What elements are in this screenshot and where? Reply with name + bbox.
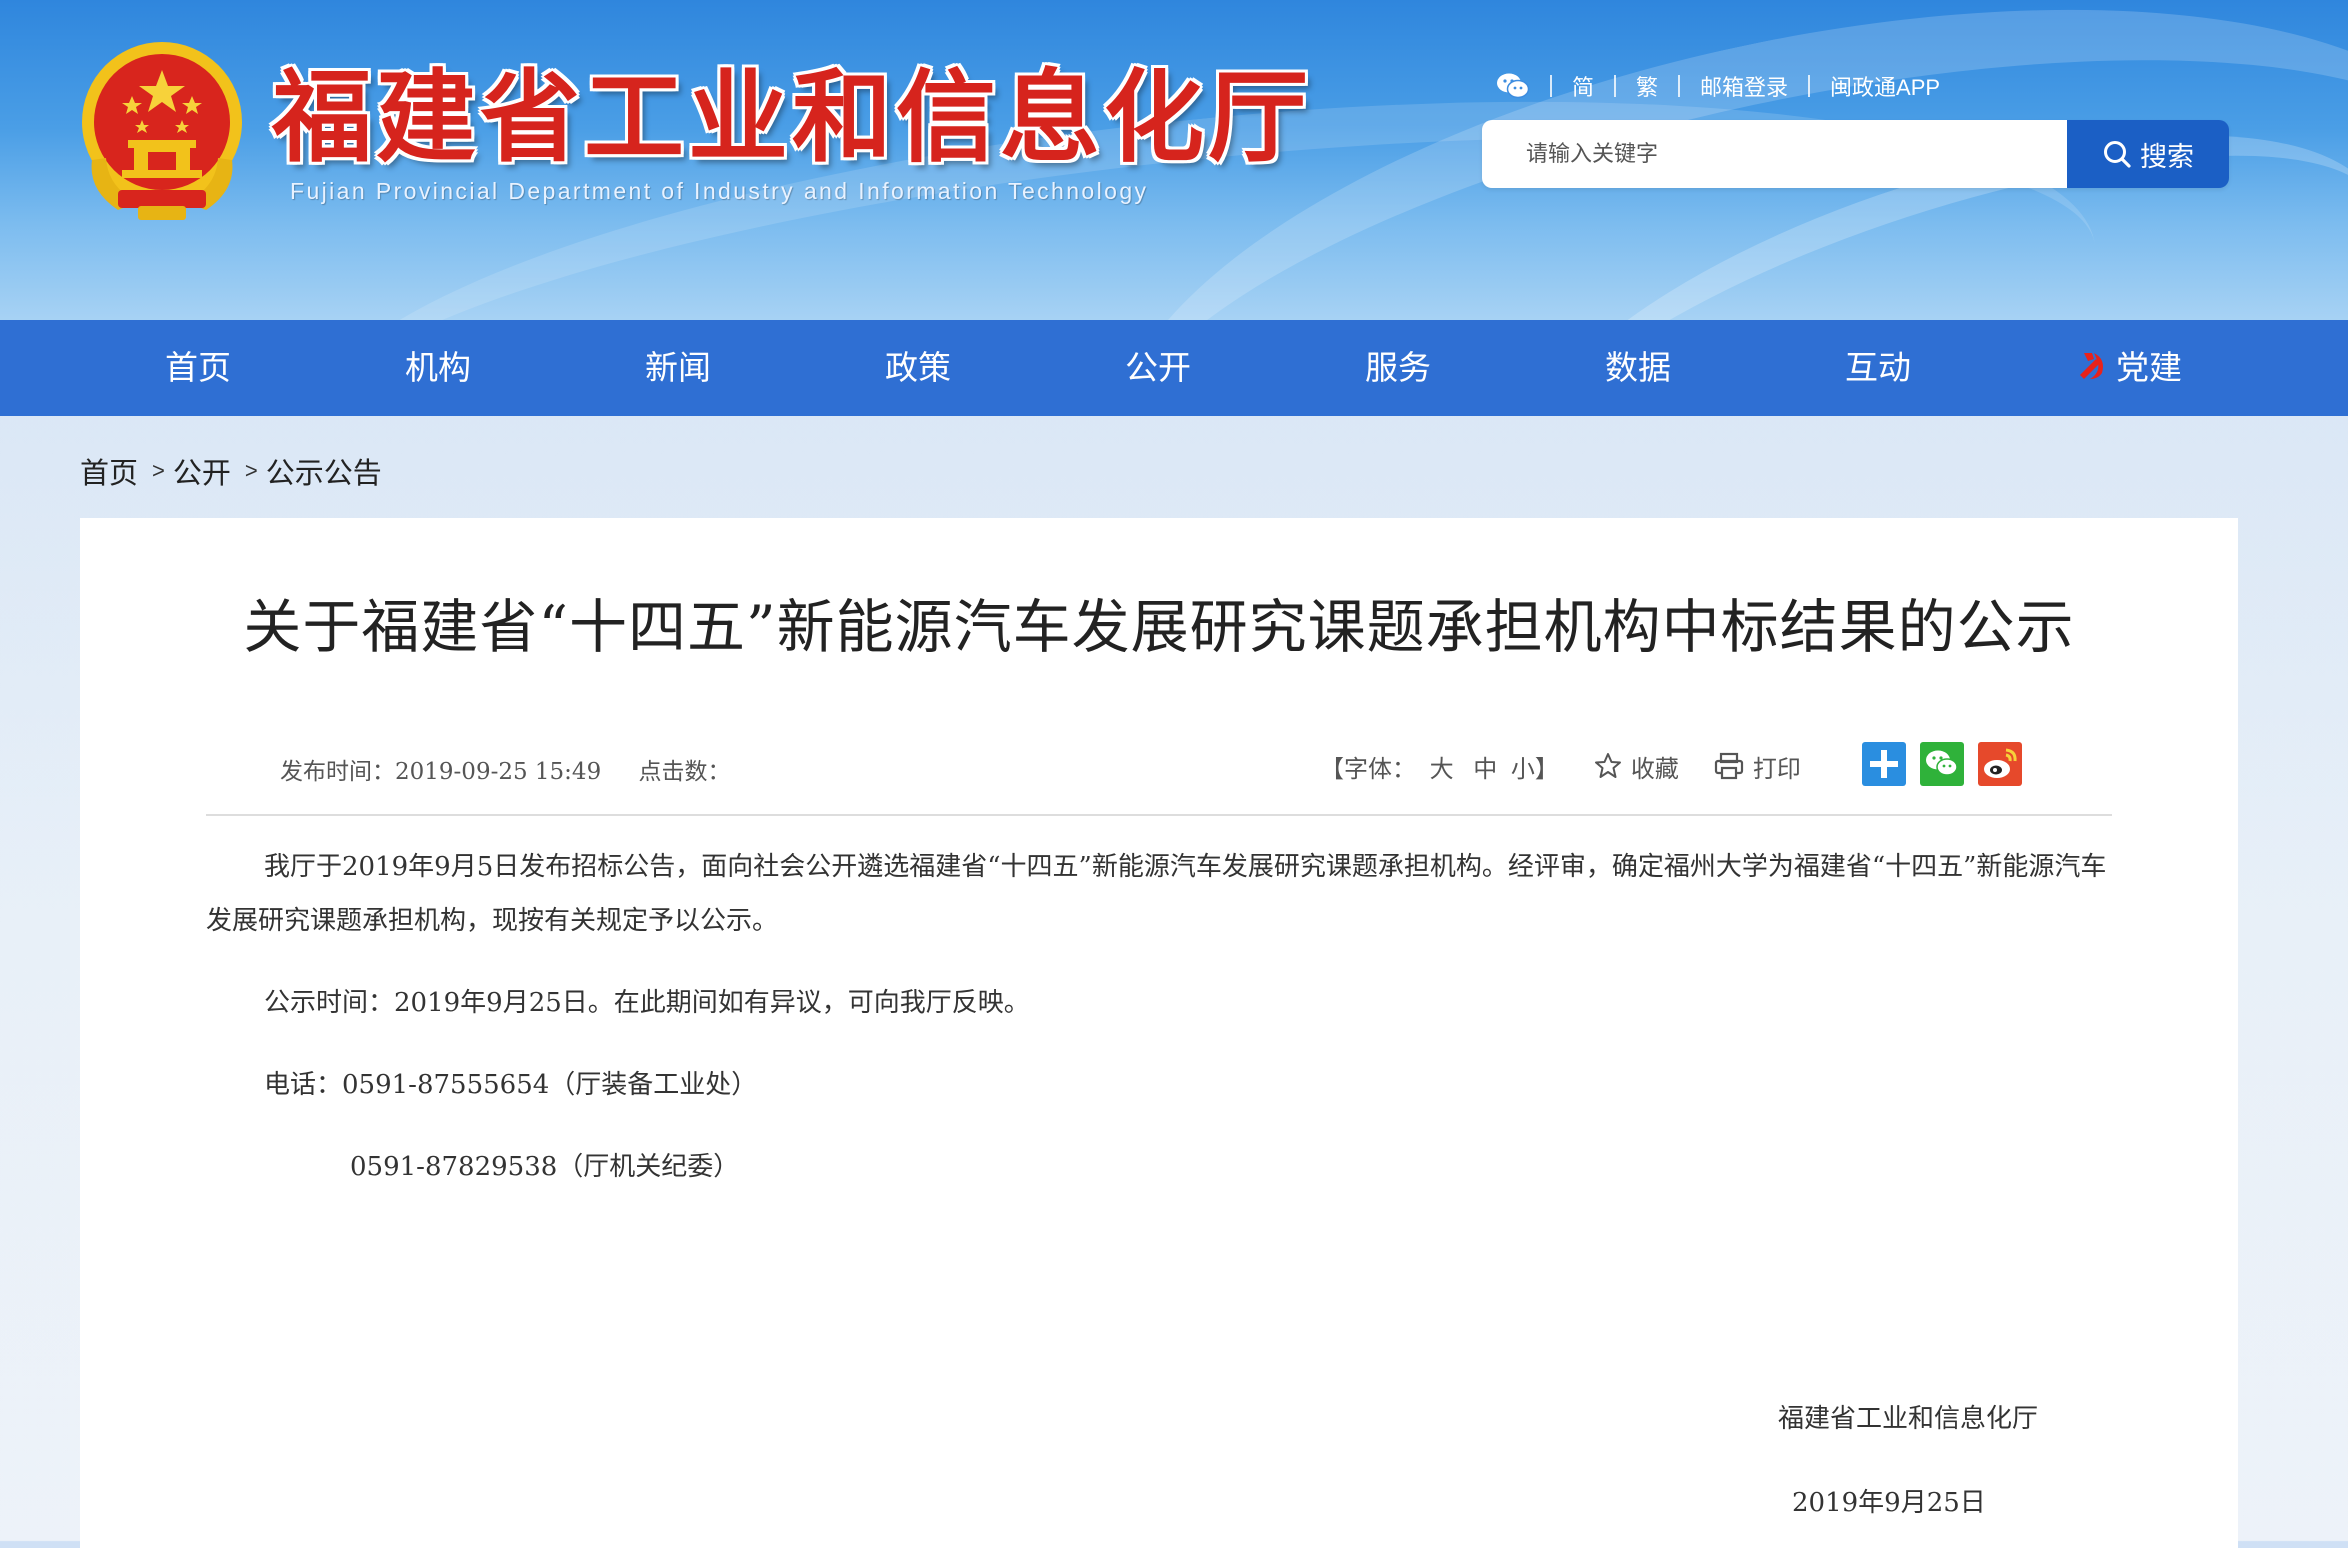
article-title: 关于福建省“十四五”新能源汽车发展研究课题承担机构中标结果的公示 bbox=[243, 593, 2075, 661]
article-tools: 【字体： 大 中 小】 收藏 打印 bbox=[1320, 744, 1801, 788]
search-button[interactable]: 搜索 bbox=[2067, 120, 2229, 188]
search-icon bbox=[2104, 141, 2131, 168]
share-weibo-icon[interactable] bbox=[1978, 742, 2022, 786]
nav-item-party[interactable]: 党建 bbox=[2028, 320, 2228, 416]
mzt-app-link[interactable]: 闽政通APP bbox=[1830, 70, 1940, 102]
font-size-label: 【字体： bbox=[1320, 754, 1416, 783]
breadcrumb-announcements[interactable]: 公示公告 bbox=[266, 450, 382, 492]
nav-item-interaction[interactable]: 互动 bbox=[1788, 320, 1968, 416]
nav-item-party-label: 党建 bbox=[2116, 349, 2182, 386]
divider bbox=[1808, 75, 1811, 97]
article-paragraph: 我厅于2019年9月5日发布招标公告，面向社会公开遴选福建省“十四五”新能源汽车… bbox=[206, 852, 2107, 936]
publish-time: 2019-09-25 15:49 bbox=[395, 759, 602, 785]
nav-item-news[interactable]: 新闻 bbox=[588, 320, 768, 416]
divider bbox=[1614, 75, 1617, 97]
share-bar bbox=[1862, 742, 2036, 786]
nav-item-service[interactable]: 服务 bbox=[1308, 320, 1488, 416]
divider bbox=[1678, 75, 1681, 97]
font-size-large[interactable]: 大 bbox=[1430, 755, 1454, 783]
article-body: 我厅于2019年9月5日发布招标公告，面向社会公开遴选福建省“十四五”新能源汽车… bbox=[206, 840, 2112, 1194]
breadcrumb: 首页 > 公开 > 公示公告 bbox=[80, 450, 382, 492]
article-panel: 关于福建省“十四五”新能源汽车发展研究课题承担机构中标结果的公示 发布时间：20… bbox=[80, 518, 2238, 1548]
search-button-label: 搜索 bbox=[2140, 141, 2194, 172]
divider bbox=[1550, 75, 1552, 97]
share-plus-icon[interactable] bbox=[1862, 742, 1906, 786]
publish-time-label: 发布时间： bbox=[280, 759, 395, 785]
wechat-icon[interactable] bbox=[1496, 72, 1530, 100]
nav-item-data[interactable]: 数据 bbox=[1548, 320, 1728, 416]
nav-item-disclosure[interactable]: 公开 bbox=[1068, 320, 1248, 416]
share-wechat-icon[interactable] bbox=[1920, 742, 1964, 786]
mail-login-link[interactable]: 邮箱登录 bbox=[1700, 70, 1788, 102]
print-button[interactable]: 打印 bbox=[1713, 749, 1801, 784]
star-icon bbox=[1594, 753, 1621, 778]
site-subtitle: Fujian Provincial Department of Industry… bbox=[290, 178, 1149, 204]
main-nav: 首页 机构 新闻 政策 公开 服务 数据 互动 党建 bbox=[0, 320, 2348, 416]
article-paragraph: 电话：0591-87555654（厅装备工业处） bbox=[264, 1070, 758, 1100]
font-size-medium[interactable]: 中 bbox=[1473, 755, 1497, 783]
article-date: 2019年9月25日 bbox=[1792, 1488, 1986, 1518]
party-icon bbox=[2080, 353, 2103, 379]
meta-divider bbox=[206, 814, 2112, 816]
print-label: 打印 bbox=[1752, 754, 1801, 783]
nav-item-policy[interactable]: 政策 bbox=[828, 320, 1008, 416]
national-emblem-icon[interactable] bbox=[78, 40, 246, 222]
traditional-link[interactable]: 繁 bbox=[1636, 70, 1658, 102]
breadcrumb-home[interactable]: 首页 bbox=[80, 450, 138, 492]
breadcrumb-disclosure[interactable]: 公开 bbox=[173, 450, 231, 492]
breadcrumb-separator: > bbox=[152, 458, 165, 483]
nav-item-home[interactable]: 首页 bbox=[108, 320, 288, 416]
search-input[interactable] bbox=[1482, 120, 2067, 188]
site-header: 福建省工业和信息化厅 Fujian Provincial Department … bbox=[0, 0, 2348, 320]
site-title[interactable]: 福建省工业和信息化厅 bbox=[272, 62, 1312, 172]
breadcrumb-separator: > bbox=[244, 458, 258, 483]
article-paragraph: 公示时间：2019年9月25日。在此期间如有异议，可向我厅反映。 bbox=[264, 988, 1030, 1018]
top-links: 简 繁 邮箱登录 闽政通APP bbox=[1496, 68, 1940, 104]
click-count-label: 点击数： bbox=[638, 759, 731, 785]
nav-item-organization[interactable]: 机构 bbox=[348, 320, 528, 416]
article-signoff: 福建省工业和信息化厅 bbox=[1778, 1404, 2039, 1434]
favorite-button[interactable]: 收藏 bbox=[1593, 749, 1679, 784]
simplified-link[interactable]: 简 bbox=[1572, 70, 1594, 102]
favorite-label: 收藏 bbox=[1630, 754, 1679, 783]
printer-icon bbox=[1714, 752, 1744, 780]
article-meta: 发布时间：2019-09-25 15:49 点击数： bbox=[280, 752, 731, 786]
article-paragraph: 0591-87829538（厅机关纪委） bbox=[350, 1152, 740, 1182]
font-size-small[interactable]: 小】 bbox=[1511, 755, 1559, 783]
search-bar: 搜索 bbox=[1482, 120, 2229, 188]
font-size-selector: 【字体： 大 中 小】 bbox=[1320, 749, 1559, 784]
